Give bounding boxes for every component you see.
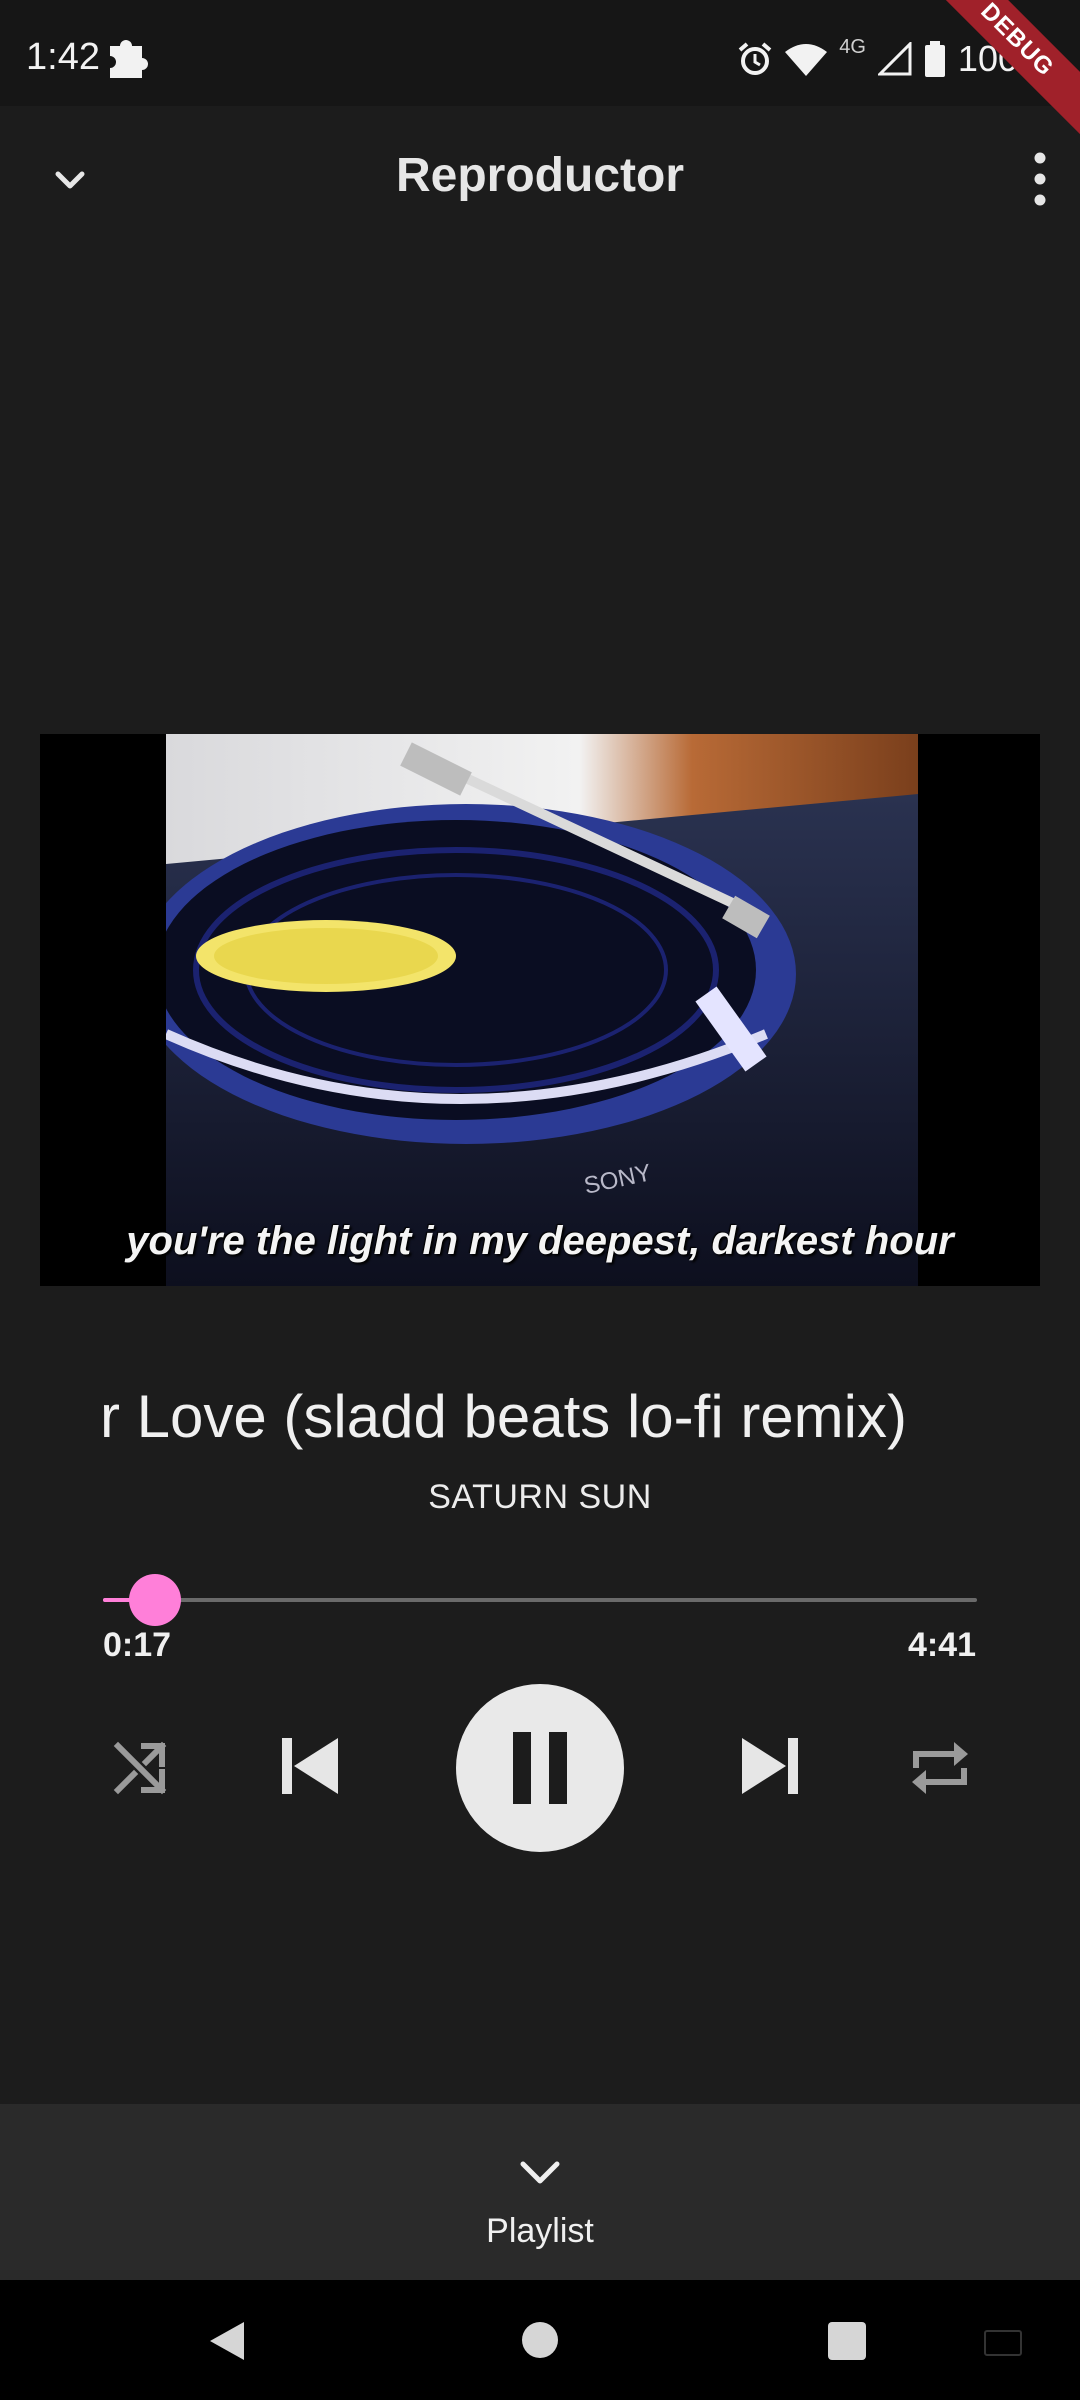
app-bar: Reproductor	[0, 106, 1080, 246]
turntable-image: SONY	[166, 734, 918, 1286]
recents-icon[interactable]	[828, 2322, 866, 2360]
album-artwork: SONY you're the light in my deepest, dar…	[40, 734, 1040, 1286]
artwork-caption: you're the light in my deepest, darkest …	[126, 1219, 954, 1263]
repeat-icon	[912, 1742, 968, 1794]
playlist-label: Playlist	[486, 2212, 594, 2250]
more-vertical-icon	[1034, 152, 1046, 206]
chevron-down-icon	[520, 2161, 560, 2184]
status-time: 1:42	[26, 36, 100, 78]
seek-thumb[interactable]	[129, 1574, 182, 1626]
page-title: Reproductor	[396, 149, 684, 202]
cellular-signal-icon	[877, 42, 912, 76]
system-navigation-bar	[0, 2280, 1080, 2400]
network-type: 4G	[839, 35, 866, 58]
total-time: 4:41	[907, 1626, 976, 1664]
elapsed-time: 0:17	[103, 1626, 172, 1664]
next-button[interactable]	[738, 1730, 802, 1802]
skip-previous-icon	[282, 1738, 338, 1794]
shuffle-icon	[113, 1741, 167, 1795]
playback-controls	[0, 1684, 1080, 1852]
turntable-illustration: SONY	[166, 734, 918, 1286]
seek-slider[interactable]	[103, 1574, 977, 1626]
back-icon[interactable]	[206, 2320, 246, 2362]
more-options-button[interactable]	[1000, 144, 1060, 214]
track-title: r Love (sladd beats lo-fi remix)	[100, 1383, 907, 1450]
alarm-icon	[738, 42, 772, 75]
seek-track	[103, 1598, 977, 1602]
keyboard-icon[interactable]	[984, 2330, 1022, 2356]
shuffle-button[interactable]	[110, 1738, 170, 1798]
status-bar: 1:42 4G 100 %	[0, 0, 1080, 106]
playlist-panel[interactable]: Playlist	[0, 2104, 1080, 2280]
home-icon[interactable]	[522, 2322, 558, 2358]
repeat-button[interactable]	[908, 1738, 972, 1798]
skip-next-icon	[742, 1738, 798, 1794]
puzzle-icon	[110, 40, 148, 78]
pause-icon	[513, 1732, 567, 1804]
battery-icon	[924, 41, 945, 77]
play-pause-button[interactable]	[456, 1684, 624, 1852]
wifi-icon	[785, 44, 828, 76]
track-artist: SATURN SUN	[428, 1478, 652, 1516]
previous-button[interactable]	[278, 1730, 342, 1802]
